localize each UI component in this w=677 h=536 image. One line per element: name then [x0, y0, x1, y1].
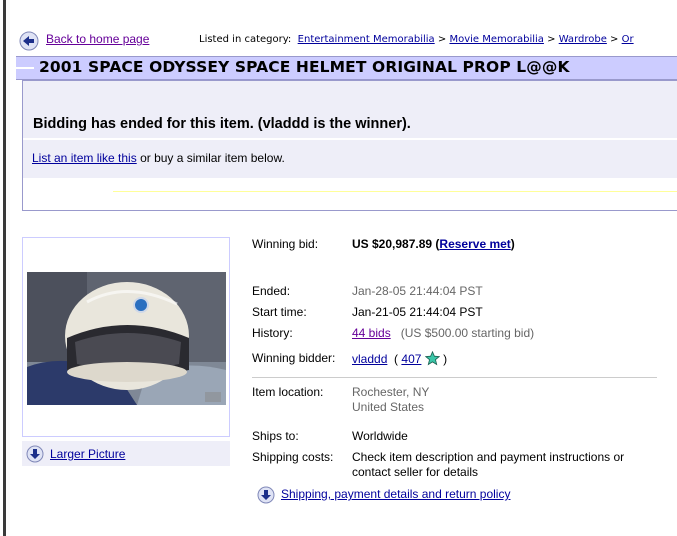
- item-location-city: Rochester, NY: [352, 385, 430, 399]
- shipping-costs-label: Shipping costs:: [252, 450, 334, 464]
- breadcrumb-separator: >: [610, 34, 619, 45]
- breadcrumb-other[interactable]: Or: [622, 34, 634, 45]
- winning-bid-amount: US $20,987.89: [352, 237, 433, 251]
- bidding-status-panel: Bidding has ended for this item. (vladdd…: [22, 80, 677, 211]
- category-breadcrumb: Listed in category: Entertainment Memora…: [199, 34, 634, 45]
- paren: ): [510, 237, 515, 251]
- details-divider: [252, 377, 657, 378]
- bid-history-link[interactable]: 44 bids: [352, 326, 391, 340]
- ended-value: Jan-28-05 21:44:04 PST: [352, 284, 483, 298]
- winning-bidder-value: vladdd ( 407 ): [352, 350, 448, 366]
- start-time-label: Start time:: [252, 305, 307, 319]
- shipping-policy-link[interactable]: Shipping, payment details and return pol…: [281, 487, 510, 501]
- back-arrow-icon[interactable]: [19, 31, 39, 51]
- list-similar-line: List an item like this or buy a similar …: [32, 151, 285, 165]
- listed-in-label: Listed in category:: [199, 34, 292, 45]
- policy-arrow-icon[interactable]: [257, 486, 275, 504]
- item-title-bar: 2001 SPACE ODYSSEY SPACE HELMET ORIGINAL…: [16, 56, 677, 80]
- breadcrumb-separator: >: [547, 34, 556, 45]
- back-to-home-link[interactable]: Back to home page: [46, 32, 149, 46]
- feedback-score-link[interactable]: 407: [401, 352, 421, 366]
- feedback-star-icon[interactable]: [424, 350, 440, 366]
- ended-label: Ended:: [252, 284, 291, 298]
- winning-bid-value: US $20,987.89 (Reserve met): [352, 237, 515, 251]
- status-header: Bidding has ended for this item. (vladdd…: [23, 81, 677, 138]
- window-edge: [0, 0, 6, 536]
- ships-to-value: Worldwide: [352, 429, 408, 443]
- paren: ): [443, 352, 448, 366]
- winning-bid-label: Winning bid:: [252, 237, 319, 251]
- bidding-ended-message: Bidding has ended for this item. (vladdd…: [33, 116, 411, 132]
- shipping-costs-line2: contact seller for details: [352, 465, 479, 479]
- winning-bidder-label: Winning bidder:: [252, 351, 336, 365]
- top-nav: Back to home page Listed in category: En…: [19, 31, 677, 51]
- item-photo[interactable]: [27, 272, 226, 405]
- reserve-met-link[interactable]: Reserve met: [439, 237, 510, 251]
- status-actions: List an item like this or buy a similar …: [23, 139, 677, 178]
- larger-picture-link[interactable]: Larger Picture: [50, 447, 125, 461]
- download-arrow-icon[interactable]: [26, 445, 44, 463]
- breadcrumb-wardrobe[interactable]: Wardrobe: [559, 34, 607, 45]
- shipping-costs-line1: Check item description and payment instr…: [352, 450, 625, 464]
- divider: [113, 191, 677, 192]
- item-location-country: United States: [352, 400, 425, 414]
- breadcrumb-separator: >: [437, 34, 447, 45]
- start-time-value: Jan-21-05 21:44:04 PST: [352, 305, 483, 319]
- buy-similar-text: or buy a similar item below.: [140, 151, 285, 165]
- breadcrumb-entertainment-memorabilia[interactable]: Entertainment Memorabilia: [298, 34, 435, 45]
- winner-username-link[interactable]: vladdd: [352, 352, 387, 366]
- history-label: History:: [252, 326, 293, 340]
- item-location-label: Item location:: [252, 385, 324, 399]
- breadcrumb-movie-memorabilia[interactable]: Movie Memorabilia: [449, 34, 543, 45]
- item-title: 2001 SPACE ODYSSEY SPACE HELMET ORIGINAL…: [39, 58, 570, 76]
- item-photo-frame: [22, 237, 230, 437]
- list-item-like-this-link[interactable]: List an item like this: [32, 151, 137, 165]
- history-value: 44 bids (US $500.00 starting bid): [352, 326, 534, 340]
- paren: (: [394, 352, 399, 366]
- ships-to-label: Ships to:: [252, 429, 299, 443]
- starting-bid-note: (US $500.00 starting bid): [400, 326, 535, 340]
- title-bar-notch: [16, 67, 34, 69]
- larger-picture-row: Larger Picture: [22, 441, 230, 466]
